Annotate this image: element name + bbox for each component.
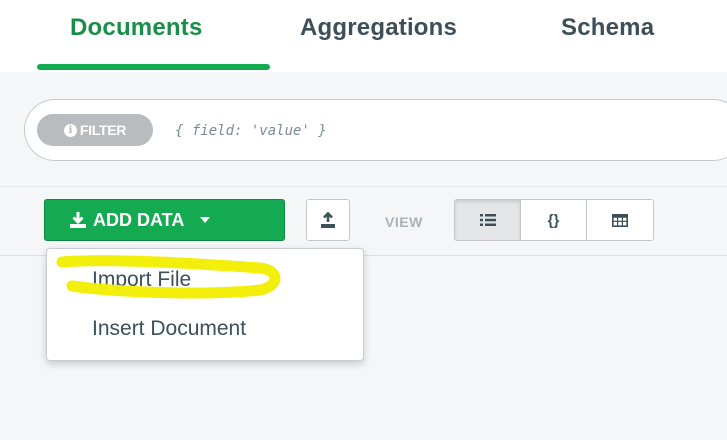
filter-input[interactable] bbox=[175, 119, 715, 143]
filter-label-pill: i FILTER bbox=[37, 114, 153, 146]
menu-item-insert-document[interactable]: Insert Document bbox=[92, 317, 246, 341]
list-view-button[interactable] bbox=[455, 200, 521, 240]
add-data-button[interactable]: ADD DATA bbox=[44, 199, 285, 241]
add-data-label: ADD DATA bbox=[93, 209, 185, 230]
caret-down-icon bbox=[200, 217, 211, 223]
tab-documents[interactable]: Documents bbox=[70, 14, 203, 42]
upload-icon bbox=[320, 211, 336, 229]
view-mode-toggle: {} bbox=[454, 199, 654, 241]
info-icon: i bbox=[63, 123, 77, 137]
view-label: VIEW bbox=[385, 214, 423, 230]
documents-toolbar: ADD DATA VIEW {} bbox=[0, 187, 727, 256]
list-icon bbox=[479, 213, 496, 227]
filter-box[interactable]: i FILTER bbox=[24, 99, 727, 161]
tab-aggregations[interactable]: Aggregations bbox=[300, 14, 457, 42]
json-view-button[interactable]: {} bbox=[521, 200, 587, 240]
table-view-button[interactable] bbox=[587, 200, 653, 240]
active-tab-indicator bbox=[37, 64, 270, 70]
tab-schema[interactable]: Schema bbox=[561, 14, 654, 42]
collection-tabs: Documents Aggregations Schema bbox=[0, 0, 727, 73]
table-icon bbox=[612, 213, 628, 227]
add-data-dropdown-menu: Import File Insert Document bbox=[46, 248, 364, 361]
filter-label: FILTER bbox=[79, 122, 127, 138]
menu-item-import-file[interactable]: Import File bbox=[92, 268, 191, 292]
json-icon: {} bbox=[547, 211, 560, 229]
export-collection-button[interactable] bbox=[306, 199, 350, 241]
download-icon bbox=[69, 211, 87, 229]
query-bar: i FILTER bbox=[0, 72, 727, 187]
